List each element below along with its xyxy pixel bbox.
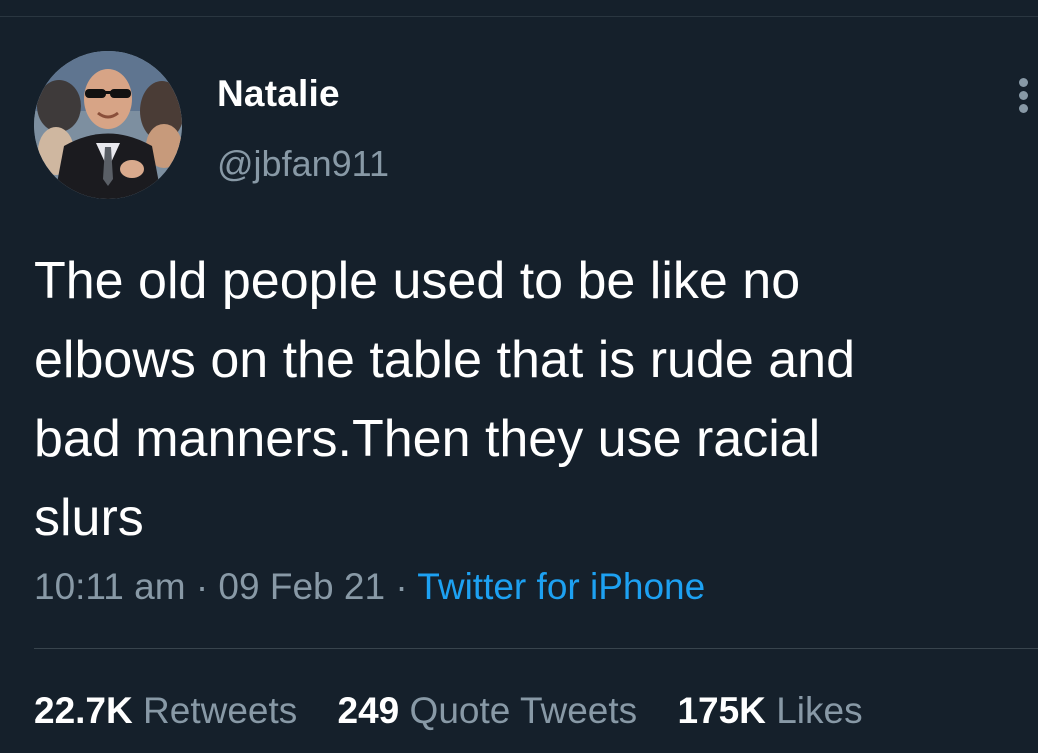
- more-vertical-icon: [1019, 78, 1028, 87]
- retweets-count: 22.7K: [34, 690, 133, 731]
- likes-count: 175K: [677, 690, 766, 731]
- quote-tweets-count: 249: [337, 690, 400, 731]
- more-vertical-icon: [1019, 104, 1028, 113]
- likes-label: Likes: [776, 690, 863, 731]
- stats-divider: [34, 648, 1038, 649]
- quote-tweets-label: Quote Tweets: [409, 690, 638, 731]
- tweet-text: The old people used to be like no elbows…: [34, 252, 856, 547]
- profile-photo-icon: [34, 51, 182, 199]
- user-handle[interactable]: @jbfan911: [217, 143, 389, 185]
- tweet-detail-view: Natalie @jbfan911 The old people used to…: [0, 0, 1038, 753]
- tweet-stats: 22.7K Retweets 249 Quote Tweets 175K Lik…: [34, 690, 893, 732]
- tweet-source-link[interactable]: Twitter for iPhone: [417, 566, 705, 607]
- meta-separator: ·: [195, 566, 209, 607]
- tweet-meta: 10:11 am · 09 Feb 21 · Twitter for iPhon…: [34, 566, 705, 608]
- user-display-name[interactable]: Natalie: [217, 73, 340, 115]
- tweet-date[interactable]: 09 Feb 21: [218, 566, 385, 607]
- avatar[interactable]: [34, 51, 182, 199]
- likes-stat[interactable]: 175K Likes: [677, 690, 862, 732]
- meta-separator: ·: [395, 566, 408, 607]
- more-options-button[interactable]: [1010, 74, 1038, 118]
- top-divider: [0, 16, 1038, 17]
- quote-tweets-stat[interactable]: 249 Quote Tweets: [338, 690, 638, 732]
- more-vertical-icon: [1019, 91, 1028, 100]
- retweets-stat[interactable]: 22.7K Retweets: [34, 690, 297, 732]
- retweets-label: Retweets: [143, 690, 298, 731]
- tweet-time[interactable]: 10:11 am: [34, 566, 186, 607]
